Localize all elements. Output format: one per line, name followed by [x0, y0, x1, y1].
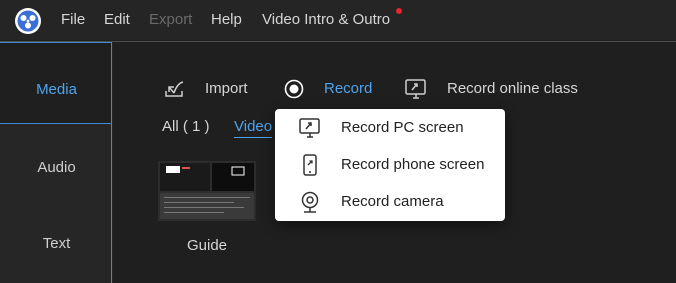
media-thumbnail[interactable]: [158, 161, 256, 221]
menu-bar: File Edit Export Help Video Intro & Outr…: [0, 0, 676, 40]
import-label: Import: [205, 80, 248, 97]
app-logo-icon[interactable]: [13, 7, 43, 35]
phone-icon: [303, 154, 317, 176]
menu-help[interactable]: Help: [211, 10, 242, 30]
menu-item-label: Record PC screen: [341, 119, 464, 136]
content-border: [111, 122, 112, 283]
app-window: File Edit Export Help Video Intro & Outr…: [0, 0, 676, 283]
media-item-label: Guide: [186, 237, 228, 254]
menu-video-intro-outro[interactable]: Video Intro & Outro: [262, 10, 390, 30]
record-dropdown-menu: Record PC screen Record phone screen Rec…: [275, 109, 505, 221]
tab-audio[interactable]: Audio: [0, 158, 113, 178]
notification-dot: [396, 8, 402, 14]
menu-export: Export: [149, 11, 193, 28]
menu-item-label: Record phone screen: [341, 156, 485, 173]
webcam-icon: [301, 191, 319, 213]
record-button[interactable]: Record: [283, 78, 378, 100]
menu-item-record-camera[interactable]: Record camera: [275, 185, 505, 219]
tab-text[interactable]: Text: [0, 234, 113, 254]
record-online-class-label: Record online class: [447, 80, 578, 97]
monitor-record-icon: [405, 79, 426, 99]
thumbnail-preview: [158, 161, 256, 221]
menu-item-label: Record camera: [341, 193, 444, 210]
menu-edit[interactable]: Edit: [104, 10, 130, 30]
record-icon: [284, 79, 304, 99]
filter-all[interactable]: All ( 1 ): [162, 117, 210, 137]
monitor-icon: [299, 118, 320, 138]
filter-video[interactable]: Video: [234, 117, 273, 138]
import-icon: [165, 81, 184, 97]
record-online-class-button[interactable]: Record online class: [404, 78, 579, 100]
import-button[interactable]: Import: [163, 78, 258, 100]
menu-file[interactable]: File: [61, 10, 85, 30]
record-label: Record: [324, 80, 373, 97]
tab-media[interactable]: Media: [0, 80, 113, 100]
menu-item-record-pc-screen[interactable]: Record PC screen: [275, 111, 505, 145]
menu-item-record-phone-screen[interactable]: Record phone screen: [275, 148, 505, 182]
